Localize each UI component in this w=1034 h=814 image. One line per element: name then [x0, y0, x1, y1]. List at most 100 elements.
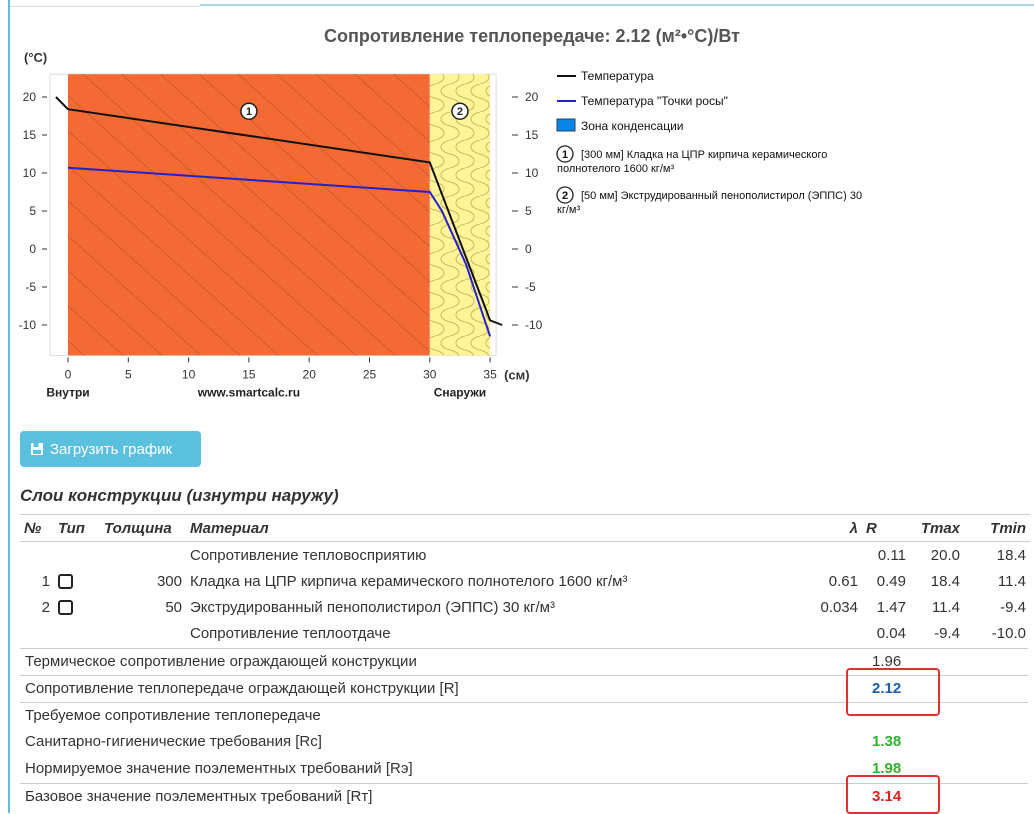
col-r: R — [862, 514, 910, 542]
save-chart-icon — [30, 442, 44, 456]
download-chart-label: Загрузить график — [50, 440, 173, 458]
legend-item: Зона конденсации — [581, 119, 684, 133]
y-tick-left: 10 — [23, 166, 37, 180]
col-no: № — [20, 514, 54, 542]
row-tmin: -10.0 — [991, 624, 1026, 642]
row-thickness: 50 — [165, 598, 182, 616]
legend-layer-text: [300 мм] Кладка на ЦПР кирпича керамичес… — [581, 149, 827, 161]
x-tick-label: 5 — [125, 367, 132, 381]
highlight-rt-box — [846, 775, 940, 814]
row-type — [54, 594, 100, 620]
col-tmin: Tmin — [964, 514, 1030, 542]
row-tmax: -9.4 — [934, 624, 960, 642]
y-tick-left: 15 — [23, 128, 37, 142]
row-r: 0.11 — [877, 546, 906, 564]
row-material: Кладка на ЦПР кирпича керамического полн… — [190, 572, 628, 590]
summary-label: Сопротивление теплопередаче ограждающей … — [25, 680, 459, 697]
row-tmin: 18.4 — [996, 546, 1026, 564]
row-r: 1.47 — [876, 598, 906, 616]
legend-layer-text-cont: полнотелого 1600 кг/м³ — [557, 163, 674, 175]
summary-label: Требуемое сопротивление теплопередаче — [25, 707, 321, 724]
row-thickness: 300 — [156, 572, 182, 590]
summary-value: 1.38 — [872, 733, 902, 750]
col-thickness: Толщина — [100, 514, 186, 542]
y-tick-right: 15 — [525, 128, 539, 142]
x-label-site: www.smartcalc.ru — [197, 385, 300, 399]
col-lambda: λ — [784, 514, 862, 542]
x-label-outside: Снаружи — [434, 385, 486, 399]
x-tick-label: 10 — [182, 367, 196, 381]
layer-type-checkbox[interactable] — [58, 574, 73, 590]
y-tick-right: -5 — [525, 280, 536, 294]
row-tmax: 20.0 — [930, 546, 960, 564]
row-tmin: -9.4 — [1000, 598, 1026, 616]
legend-condensation-swatch — [556, 118, 576, 132]
summary-label: Базовое значение поэлементных требований… — [25, 788, 373, 805]
y-tick-left: -10 — [19, 318, 37, 332]
x-axis-unit: (см) — [504, 367, 530, 382]
y-tick-right: 20 — [525, 90, 539, 104]
row-thickness — [100, 542, 186, 569]
row-type — [54, 568, 100, 594]
row-no — [20, 542, 54, 569]
x-tick-label: 15 — [242, 367, 256, 381]
row-thickness — [100, 620, 186, 646]
legend-layer-text-cont: кг/м³ — [557, 204, 580, 216]
legend-item: Температура — [581, 69, 654, 83]
row-lambda: 0.61 — [828, 572, 858, 590]
legend-layer-number: 1 — [562, 149, 568, 161]
row-tmax: 11.4 — [931, 598, 960, 616]
y-tick-left: 20 — [23, 90, 37, 104]
table-row: Сопротивление тепловосприятию 0.11 20.0 18.… — [20, 542, 1030, 569]
row-type — [54, 620, 100, 646]
x-tick-label: 20 — [303, 367, 317, 381]
row-lambda — [784, 620, 862, 646]
y-tick-left: -5 — [25, 280, 36, 294]
row-tmin: 11.4 — [997, 572, 1026, 590]
row-tmax: 18.4 — [930, 572, 960, 590]
legend-layer-text: [50 мм] Экструдированный пенополистирол … — [581, 190, 862, 202]
x-tick-label: 30 — [423, 367, 437, 381]
highlight-r-box — [846, 668, 940, 716]
table-row: 2 50 Экструдированный пенополистирол (ЭППС… — [20, 594, 1030, 620]
legend-item: Температура "Точки росы" — [581, 94, 728, 108]
table-row: Сопротивление теплоотдаче 0.04 -9.4 -10.0 — [20, 620, 1030, 646]
y-tick-right: 0 — [525, 242, 532, 256]
chart: Сопротивление теплопередаче: 2.12 (м²•°С… — [19, 26, 862, 399]
x-tick-label: 35 — [483, 367, 497, 381]
legend-layer-number: 2 — [562, 190, 568, 202]
table-row: 1 300 Кладка на ЦПР кирпича керамического … — [20, 568, 1030, 594]
y-tick-right: 5 — [525, 204, 532, 218]
summary-label: Санитарно-гигиенические требования [Rc] — [25, 733, 322, 750]
summary-row: Санитарно-гигиенические требования [Rc] 1… — [20, 729, 1028, 756]
x-tick-label: 0 — [65, 367, 72, 381]
row-material: Сопротивление тепловосприятию — [190, 546, 427, 564]
layer-2-label: 2 — [457, 106, 463, 118]
table-header-row: № Тип Толщина Материал λ R Tmax Tmin — [20, 514, 1030, 542]
row-no — [20, 620, 54, 646]
row-lambda: 0.034 — [820, 598, 858, 616]
y-tick-right: 10 — [525, 166, 539, 180]
col-type: Тип — [54, 514, 100, 542]
row-no: 2 — [41, 598, 50, 616]
section-title: Слои конструкции (изнутри наружу) — [20, 486, 339, 505]
x-label-inside: Внутри — [46, 385, 89, 399]
y-tick-left: 5 — [29, 204, 36, 218]
col-material: Материал — [186, 514, 784, 542]
layer-type-checkbox[interactable] — [58, 600, 73, 616]
row-lambda — [784, 542, 862, 569]
row-material: Экструдированный пенополистирол (ЭППС) 3… — [190, 598, 555, 616]
col-tmax: Tmax — [910, 514, 964, 542]
row-no: 1 — [41, 572, 50, 590]
summary-label: Нормируемое значение поэлементных требов… — [25, 760, 413, 777]
chart-title: Сопротивление теплопередаче: 2.12 (м²•°С… — [324, 26, 740, 46]
row-r: 0.04 — [876, 624, 906, 642]
x-tick-label: 25 — [363, 367, 377, 381]
row-type — [54, 542, 100, 569]
download-chart-button[interactable]: Загрузить график — [20, 431, 201, 467]
layers-table: № Тип Толщина Материал λ R Tmax Tmin Соп… — [20, 514, 1030, 646]
y-tick-right: -10 — [525, 318, 543, 332]
row-r: 0.49 — [876, 572, 906, 590]
layer-1-label: 1 — [246, 106, 252, 118]
row-material: Сопротивление теплоотдаче — [190, 624, 391, 642]
